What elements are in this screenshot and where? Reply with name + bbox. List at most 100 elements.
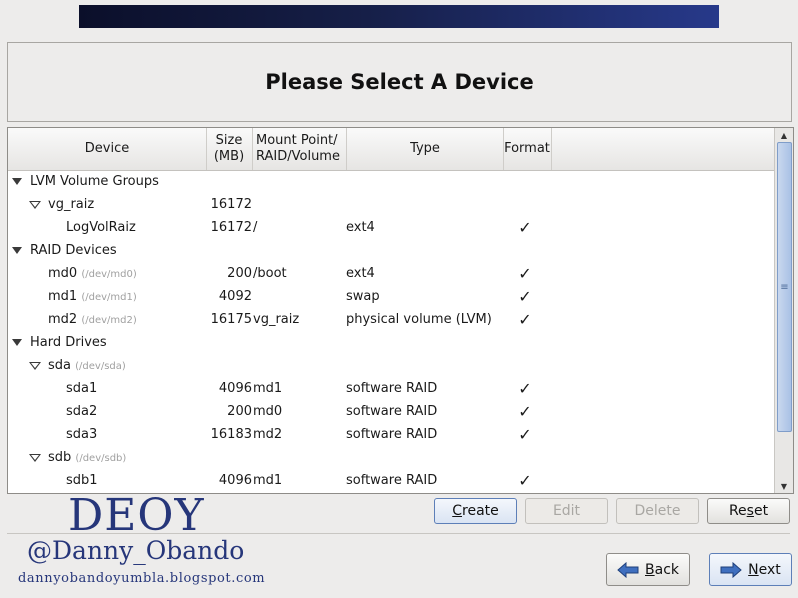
triangle-down-icon[interactable] bbox=[28, 354, 42, 377]
checkmark-icon: ✓ bbox=[518, 471, 532, 490]
table-header: Device Size (MB) Mount Point/ RAID/Volum… bbox=[8, 128, 774, 171]
size-cell bbox=[208, 331, 252, 354]
size-cell bbox=[208, 170, 252, 193]
scrollbar-thumb[interactable]: ≡ bbox=[777, 142, 792, 432]
reset-button-label-pre: Re bbox=[728, 503, 747, 519]
create-button-mnemonic: C bbox=[452, 503, 463, 519]
table-row[interactable]: md0 (/dev/md0) 200/boot ext4 ✓ bbox=[8, 262, 774, 285]
table-row[interactable]: LVM Volume Groups bbox=[8, 170, 774, 193]
device-label: vg_raiz bbox=[48, 197, 95, 212]
size-cell: 200 bbox=[227, 266, 252, 281]
type-cell: software RAID bbox=[346, 381, 438, 396]
scroll-down-arrow-icon[interactable]: ▼ bbox=[775, 479, 793, 493]
device-name: sdb (/dev/sdb) bbox=[48, 446, 126, 469]
edit-button[interactable]: Edit bbox=[525, 498, 608, 524]
triangle-down-icon[interactable] bbox=[28, 446, 42, 469]
size-cell: 4092 bbox=[218, 289, 252, 304]
column-header-format[interactable]: Format bbox=[503, 128, 552, 170]
device-path: (/dev/sdb) bbox=[75, 453, 127, 464]
watermark-handle: @Danny_Obando bbox=[27, 536, 245, 565]
device-label: sda bbox=[48, 358, 71, 373]
device-path: (/dev/sda) bbox=[75, 361, 126, 372]
edit-button-label: Edit bbox=[552, 503, 581, 519]
column-header-type[interactable]: Type bbox=[347, 128, 504, 170]
size-cell: 200 bbox=[227, 404, 252, 419]
size-cell: 16183 bbox=[210, 427, 252, 442]
size-cell: 16175 bbox=[210, 312, 252, 327]
device-name: md0 (/dev/md0) bbox=[48, 262, 137, 285]
mount-cell: /boot bbox=[253, 266, 287, 281]
device-name: sda (/dev/sda) bbox=[48, 354, 126, 377]
column-header-mount[interactable]: Mount Point/ RAID/Volume bbox=[252, 128, 347, 170]
type-cell: physical volume (LVM) bbox=[346, 312, 492, 327]
arrow-right-icon bbox=[720, 561, 742, 578]
table-row[interactable]: sda3 16183 md2 software RAID ✓ bbox=[8, 423, 774, 446]
vertical-scrollbar[interactable]: ▲ ≡ ▼ bbox=[774, 128, 793, 493]
size-cell bbox=[208, 354, 252, 377]
size-cell: 4096 bbox=[218, 473, 252, 488]
checkmark-icon: ✓ bbox=[518, 218, 532, 237]
watermark-blog: dannyobandoyumbla.blogspot.com bbox=[18, 571, 266, 586]
device-name: vg_raiz bbox=[48, 193, 94, 216]
type-cell: ext4 bbox=[346, 266, 375, 281]
mount-cell: md2 bbox=[253, 427, 283, 442]
checkmark-icon bbox=[513, 193, 537, 216]
delete-button[interactable]: Delete bbox=[616, 498, 699, 524]
device-tree[interactable]: Device Size (MB) Mount Point/ RAID/Volum… bbox=[7, 127, 794, 494]
checkmark-icon: ✓ bbox=[518, 287, 532, 306]
device-name: sdb1 bbox=[66, 469, 98, 492]
device-label: sdb bbox=[48, 450, 72, 465]
table-row[interactable]: md2 (/dev/md2) 16175 vg_raiz physical volum… bbox=[8, 308, 774, 331]
device-label: Hard Drives bbox=[30, 335, 107, 350]
checkmark-icon: ✓ bbox=[518, 310, 532, 329]
triangle-down-icon[interactable] bbox=[10, 331, 24, 354]
table-row[interactable]: RAID Devices bbox=[8, 239, 774, 262]
type-cell: software RAID bbox=[346, 404, 438, 419]
back-button[interactable]: Back bbox=[606, 553, 690, 586]
table-row[interactable]: sda2 200 md0 software RAID ✓ bbox=[8, 400, 774, 423]
next-button[interactable]: Next bbox=[709, 553, 792, 586]
device-label: RAID Devices bbox=[30, 243, 117, 258]
device-path: (/dev/md1) bbox=[81, 292, 137, 303]
scroll-up-arrow-icon[interactable]: ▲ bbox=[775, 128, 793, 142]
table-row[interactable]: Hard Drives bbox=[8, 331, 774, 354]
device-label: LVM Volume Groups bbox=[30, 174, 159, 189]
reset-button-mnemonic: s bbox=[746, 503, 754, 519]
device-label: md1 bbox=[48, 289, 78, 304]
device-label: sda1 bbox=[66, 381, 98, 396]
table-row[interactable]: sda (/dev/sda) bbox=[8, 354, 774, 377]
device-path: (/dev/md0) bbox=[81, 269, 137, 280]
checkmark-icon bbox=[513, 446, 537, 469]
top-banner bbox=[79, 5, 719, 28]
column-header-size[interactable]: Size (MB) bbox=[206, 128, 253, 170]
create-button[interactable]: Create bbox=[434, 498, 517, 524]
size-cell bbox=[208, 446, 252, 469]
back-button-label: ack bbox=[654, 561, 679, 578]
device-name: sda3 bbox=[66, 423, 97, 446]
triangle-down-icon[interactable] bbox=[28, 193, 42, 216]
triangle-down-icon[interactable] bbox=[10, 170, 24, 193]
checkmark-icon bbox=[513, 239, 537, 262]
reset-button[interactable]: Re s et bbox=[707, 498, 790, 524]
table-row[interactable]: md1 (/dev/md1) 4092 swap ✓ bbox=[8, 285, 774, 308]
device-name: md2 (/dev/md2) bbox=[48, 308, 137, 331]
device-label: LogVolRaiz bbox=[66, 220, 136, 235]
next-button-mnemonic: N bbox=[748, 561, 759, 578]
mount-cell: vg_raiz bbox=[253, 312, 300, 327]
size-cell bbox=[208, 239, 252, 262]
triangle-down-icon[interactable] bbox=[10, 239, 24, 262]
device-label: sda3 bbox=[66, 427, 98, 442]
checkmark-icon bbox=[513, 170, 537, 193]
table-row[interactable]: sdb (/dev/sdb) bbox=[8, 446, 774, 469]
table-row[interactable]: vg_raiz 16172 bbox=[8, 193, 774, 216]
column-header-device[interactable]: Device bbox=[8, 128, 207, 170]
table-row[interactable]: LogVolRaiz 16172/ ext4 ✓ bbox=[8, 216, 774, 239]
table-row[interactable]: sda1 4096 md1 software RAID ✓ bbox=[8, 377, 774, 400]
device-name: sda2 bbox=[66, 400, 97, 423]
device-label: sda2 bbox=[66, 404, 98, 419]
device-name: LVM Volume Groups bbox=[30, 170, 159, 193]
size-cell: 16172 bbox=[210, 220, 252, 235]
next-button-label: ext bbox=[758, 561, 781, 578]
table-row[interactable]: sdb1 4096 md1 software RAID ✓ bbox=[8, 469, 774, 492]
device-name: md1 (/dev/md1) bbox=[48, 285, 137, 308]
